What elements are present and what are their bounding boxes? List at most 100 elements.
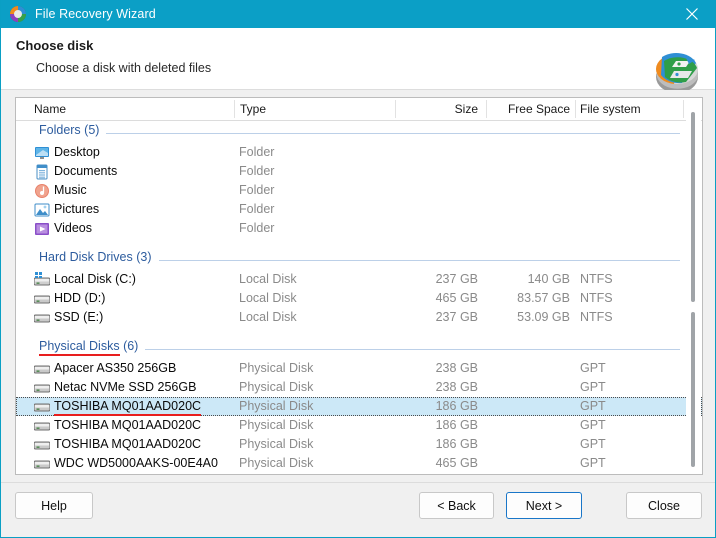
drive-icon xyxy=(33,399,51,415)
cell-free: 140 GB xyxy=(527,272,570,286)
group-name: Hard Disk Drives xyxy=(39,250,133,264)
cell-file-system: GPT xyxy=(580,380,606,394)
cell-file-system: GPT xyxy=(580,399,606,413)
column-header-free-space[interactable]: Free Space xyxy=(492,102,570,116)
column-divider[interactable] xyxy=(395,100,396,118)
cell-file-system: GPT xyxy=(580,437,606,451)
cell-free: 83.57 GB xyxy=(517,291,570,305)
back-button[interactable]: < Back xyxy=(419,492,494,519)
cell-file-system: NTFS xyxy=(580,272,613,286)
cell-name: WDC WD5000AAKS-00E4A0 xyxy=(54,456,218,470)
cell-name: Videos xyxy=(54,221,92,235)
recovery-wizard-icon xyxy=(10,6,26,22)
close-icon[interactable] xyxy=(669,0,715,28)
next-button[interactable]: Next > xyxy=(506,492,582,519)
title-bar: File Recovery Wizard xyxy=(1,0,715,28)
table-row[interactable]: Pictures Folder xyxy=(16,200,702,219)
table-row[interactable]: WDC WD5000AAKS-00E4A0 Physical Disk 465 GB… xyxy=(16,454,702,473)
cell-type: Folder xyxy=(239,183,275,197)
table-row[interactable]: Local Disk (C:) Local Disk 237 GB 140 GB NTF… xyxy=(16,270,702,289)
system-drive-icon xyxy=(33,272,51,288)
cell-type: Folder xyxy=(239,145,275,159)
drive-icon xyxy=(33,361,51,377)
drive-icon xyxy=(33,418,51,434)
cell-file-system: GPT xyxy=(580,418,606,432)
table-row[interactable]: Documents Folder xyxy=(16,162,702,181)
cell-name: Local Disk (C:) xyxy=(54,272,136,286)
table-row[interactable]: TOSHIBA MQ01AAD020C Physical Disk 186 GB GP… xyxy=(16,435,702,454)
music-folder-icon xyxy=(34,183,50,199)
drive-icon xyxy=(33,380,51,396)
cell-size: 186 GB xyxy=(435,437,478,451)
table-row[interactable]: TOSHIBA MQ01AAD020C Physical Disk 186 GB GP… xyxy=(16,416,702,435)
drive-icon xyxy=(33,437,51,453)
cell-type: Folder xyxy=(239,221,275,235)
table-row[interactable]: Videos Folder xyxy=(16,219,702,238)
cell-name: HDD (D:) xyxy=(54,291,106,305)
cell-type: Physical Disk xyxy=(239,380,314,394)
column-header-size[interactable]: Size xyxy=(416,102,478,116)
column-header-name[interactable]: Name xyxy=(34,102,66,116)
cell-name: TOSHIBA MQ01AAD020C xyxy=(54,418,202,432)
disk-recovery-illustration xyxy=(652,51,702,95)
column-divider[interactable] xyxy=(486,100,487,118)
cell-size: 238 GB xyxy=(435,361,478,375)
cell-size: 186 GB xyxy=(435,399,478,413)
cell-size: 465 GB xyxy=(435,456,478,470)
scrollbar-thumb[interactable] xyxy=(691,112,695,302)
column-header-file-system[interactable]: File system xyxy=(580,102,641,116)
cell-type: Physical Disk xyxy=(239,361,314,375)
column-divider[interactable] xyxy=(683,100,684,118)
drive-icon xyxy=(33,291,51,307)
cell-type: Local Disk xyxy=(239,272,297,286)
group-header[interactable]: Hard Disk Drives (3) xyxy=(16,248,702,270)
group-name: Physical Disks xyxy=(39,339,120,356)
pictures-folder-icon xyxy=(34,202,50,218)
table-row[interactable]: Music Folder xyxy=(16,181,702,200)
content-area: Name Type Size Free Space File system Fo… xyxy=(1,90,715,482)
group-divider xyxy=(145,349,680,350)
file-recovery-wizard-window: File Recovery Wizard Choose disk Choose … xyxy=(0,0,716,538)
cell-name: Music xyxy=(54,183,87,197)
footer-bar: Help < Back Next > Close xyxy=(1,482,715,537)
cell-size: 238 GB xyxy=(435,380,478,394)
group-count: (3) xyxy=(136,250,152,264)
close-button[interactable]: Close xyxy=(626,492,702,519)
documents-folder-icon xyxy=(34,164,50,180)
cell-name-text: TOSHIBA MQ01AAD020C xyxy=(54,399,202,416)
group-divider xyxy=(106,133,680,134)
disk-list[interactable]: Name Type Size Free Space File system Fo… xyxy=(15,97,703,475)
cell-type: Local Disk xyxy=(239,310,297,324)
drive-icon xyxy=(33,310,51,326)
table-row[interactable]: HDD (D:) Local Disk 465 GB 83.57 GB NTFS xyxy=(16,289,702,308)
cell-name: TOSHIBA MQ01AAD020C xyxy=(54,437,202,451)
cell-file-system: NTFS xyxy=(580,291,613,305)
table-row[interactable]: TOSHIBA MQ01AAD020C Physical Disk 186 GB GP… xyxy=(16,397,702,416)
cell-file-system: NTFS xyxy=(580,310,613,324)
table-row[interactable]: Desktop Folder xyxy=(16,143,702,162)
cell-name: Pictures xyxy=(54,202,100,216)
column-divider[interactable] xyxy=(234,100,235,118)
group-label: Folders (5) xyxy=(39,123,99,137)
page-subtitle: Choose a disk with deleted files xyxy=(36,61,212,75)
page-title: Choose disk xyxy=(16,38,94,53)
table-row[interactable]: Netac NVMe SSD 256GB Physical Disk 238 GB G… xyxy=(16,378,702,397)
table-row[interactable]: SSD (E:) Local Disk 237 GB 53.09 GB NTFS xyxy=(16,308,702,327)
cell-type: Local Disk xyxy=(239,291,297,305)
cell-type: Physical Disk xyxy=(239,456,314,470)
group-header[interactable]: Folders (5) xyxy=(16,121,702,143)
column-header-type[interactable]: Type xyxy=(240,102,266,116)
cell-free: 53.09 GB xyxy=(517,310,570,324)
column-divider[interactable] xyxy=(575,100,576,118)
cell-type: Physical Disk xyxy=(239,437,314,451)
help-button[interactable]: Help xyxy=(15,492,93,519)
scrollbar-thumb-lower[interactable] xyxy=(691,312,695,467)
cell-file-system: GPT xyxy=(580,456,606,470)
vertical-scrollbar[interactable] xyxy=(686,99,701,474)
group-header[interactable]: Physical Disks (6) xyxy=(16,337,702,359)
table-row[interactable]: Apacer AS350 256GB Physical Disk 238 GB GPT xyxy=(16,359,702,378)
cell-size: 465 GB xyxy=(435,291,478,305)
cell-name: Desktop xyxy=(54,145,100,159)
desktop-folder-icon xyxy=(34,145,50,161)
cell-name: Apacer AS350 256GB xyxy=(54,361,177,375)
